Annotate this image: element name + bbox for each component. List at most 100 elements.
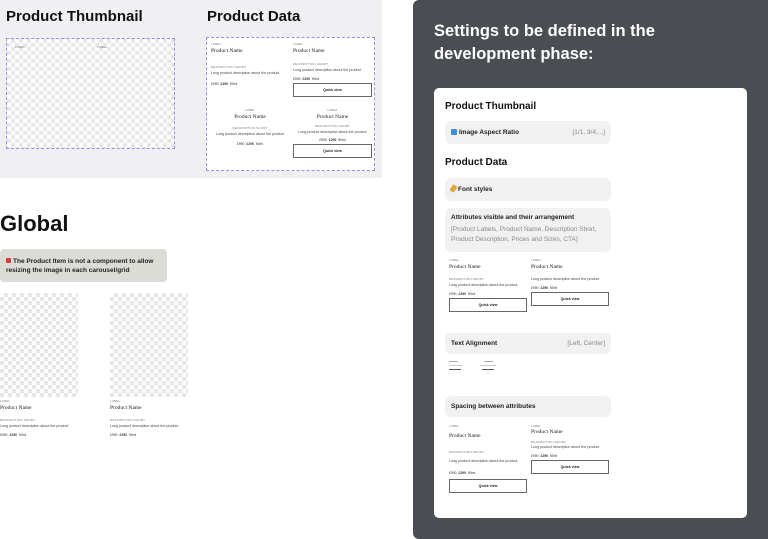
price-size: 50ml xyxy=(255,142,264,146)
data-section-title: Product Data xyxy=(207,8,301,25)
card-desc-heading: DESCRIPTION SHORT xyxy=(449,277,485,281)
aspect-value: [1/1, 3/4,...] xyxy=(572,129,605,136)
card-name: Product Name xyxy=(449,433,481,439)
align-value: [Left, Center] xyxy=(567,340,605,347)
price-size: 50ml xyxy=(467,471,476,475)
card-desc: Long product description about the produ… xyxy=(298,130,367,134)
price-size: 50ml xyxy=(229,82,238,86)
image-icon xyxy=(451,129,457,135)
settings-card-c: LABEL Product Name DESCRIPTION SHORT Lon… xyxy=(449,424,527,493)
price-size: 50ml xyxy=(549,454,558,458)
card-name: Product Name xyxy=(449,264,481,270)
card-label: LABEL xyxy=(327,108,338,112)
price-old: £990 xyxy=(0,433,8,437)
card-label: LABEL xyxy=(211,42,222,46)
global-item-2: LABEL Product Name DESCRIPTION SHORT Lon… xyxy=(110,399,190,437)
settings-card-d: LABEL Product Name DESCRIPTION SHORT Lon… xyxy=(531,424,609,474)
card-prices: £990 £290 50ml xyxy=(110,433,190,437)
thumb-label-a: LABEL xyxy=(15,45,26,49)
card-label: LABEL xyxy=(244,108,256,112)
thumbnail-frame xyxy=(6,38,175,149)
price-new: £290 xyxy=(302,77,310,81)
card-prices: £990 £290 50ml xyxy=(449,471,527,475)
align-preview-left xyxy=(449,360,469,372)
card-desc: Long product description about the produ… xyxy=(531,277,600,281)
card-desc-heading: DESCRIPTION SHORT xyxy=(211,65,247,69)
card-desc-heading: DESCRIPTION SHORT xyxy=(449,450,485,454)
card-prices: £990 £290 50ml xyxy=(531,454,609,458)
card-prices: £990 £290 50ml xyxy=(531,286,609,290)
quick-view-button[interactable]: Quick view xyxy=(531,460,609,474)
card-desc-heading: DESCRIPTION SHORT xyxy=(531,440,567,444)
font-label: Font styles xyxy=(458,186,493,193)
price-new: £290 xyxy=(458,471,466,475)
price-old: £990 xyxy=(449,471,457,475)
price-old: £990 xyxy=(531,286,539,290)
card-desc: Long product description about the produ… xyxy=(0,424,69,428)
card-label: LABEL xyxy=(293,42,304,46)
card-desc-heading: DESCRIPTION SHORT xyxy=(293,62,329,66)
card-desc-heading: DESCRIPTION SHORT xyxy=(314,124,351,128)
card-desc: Long product description about the produ… xyxy=(110,424,179,428)
font-styles-setting: Font styles xyxy=(445,178,611,201)
quick-view-button[interactable]: Quick view xyxy=(293,83,372,97)
price-size: 50ml xyxy=(467,292,476,296)
card-desc: Long product description about the produ… xyxy=(449,283,518,287)
quick-view-button[interactable]: Quick view xyxy=(449,298,527,312)
pencil-icon xyxy=(449,184,458,193)
card-label: LABEL xyxy=(0,399,11,403)
data-card-right: LABEL Product Name DESCRIPTION SHORT Lon… xyxy=(293,42,372,97)
attrs-value: [Product Labels, Product Name, Descripti… xyxy=(451,226,597,243)
card-prices: £990 £290 50ml xyxy=(0,433,80,437)
card-prices: £990 £290 50ml xyxy=(293,138,372,142)
align-label: Text Alignment xyxy=(451,340,498,347)
price-old: £990 xyxy=(319,138,327,142)
global-note-text: The Product Item is not a component to a… xyxy=(6,258,154,274)
card-desc: Long product description about the produ… xyxy=(211,71,280,75)
data-card-center-right: LABEL Product Name DESCRIPTION SHORT Lon… xyxy=(293,108,372,158)
data-card-left: LABEL Product Name DESCRIPTION SHORT Lon… xyxy=(211,42,286,86)
card-desc: Long product description about the produ… xyxy=(531,445,600,449)
warning-icon xyxy=(6,258,11,263)
quick-view-button[interactable]: Quick view xyxy=(531,292,609,306)
quick-view-button[interactable]: Quick view xyxy=(449,479,527,493)
attrs-label: Attributes visible and their arrangement xyxy=(451,214,575,221)
card-name: Product Name xyxy=(211,48,243,54)
card-desc-heading: DESCRIPTION SHORT xyxy=(110,418,146,422)
card-name: Product Name xyxy=(531,429,563,435)
price-old: £990 xyxy=(449,292,457,296)
card-name: Product Name xyxy=(0,405,32,411)
card-name: Product Name xyxy=(293,48,325,54)
card-desc-heading: DESCRIPTION SHORT xyxy=(232,126,268,130)
attributes-setting: Attributes visible and their arrangement… xyxy=(445,208,611,252)
data-card-center-left: LABEL Product Name DESCRIPTION SHORT Lon… xyxy=(211,108,289,146)
settings-card-a: LABEL Product Name DESCRIPTION SHORT Lon… xyxy=(449,258,527,312)
thumbnail-section-title: Product Thumbnail xyxy=(6,8,143,25)
card-name: Product Name xyxy=(531,264,563,270)
price-new: £290 xyxy=(9,433,17,437)
price-size: 50ml xyxy=(338,138,346,142)
text-alignment-setting: Text Alignment [Left, Center] xyxy=(445,333,611,354)
card-desc: Long product description about the produ… xyxy=(293,68,362,72)
global-item-image xyxy=(0,293,78,397)
thumb-label-b: LABEL xyxy=(97,45,108,49)
price-new: £290 xyxy=(540,286,548,290)
card-desc: Long product description about the produ… xyxy=(215,132,285,136)
align-preview-center xyxy=(478,360,498,372)
card-label: LABEL xyxy=(531,258,542,262)
price-new: £290 xyxy=(220,82,228,86)
aspect-ratio-setting: Image Aspect Ratio [1/1, 3/4,...] xyxy=(445,121,611,144)
aspect-label: Image Aspect Ratio xyxy=(459,129,520,136)
global-item-image xyxy=(110,293,188,397)
card-name: Product Name xyxy=(234,114,266,120)
card-name: Product Name xyxy=(110,405,142,411)
card-label: LABEL xyxy=(449,424,460,428)
price-old: £990 xyxy=(236,142,245,146)
spacing-label: Spacing between attributes xyxy=(451,403,536,410)
global-title: Global xyxy=(0,211,69,236)
card-prices: £990 £290 50ml xyxy=(211,82,286,86)
spacing-setting: Spacing between attributes xyxy=(445,396,611,417)
quick-view-button[interactable]: Quick view xyxy=(293,144,372,158)
card-name: Product Name xyxy=(316,114,349,120)
price-size: 50ml xyxy=(549,286,558,290)
